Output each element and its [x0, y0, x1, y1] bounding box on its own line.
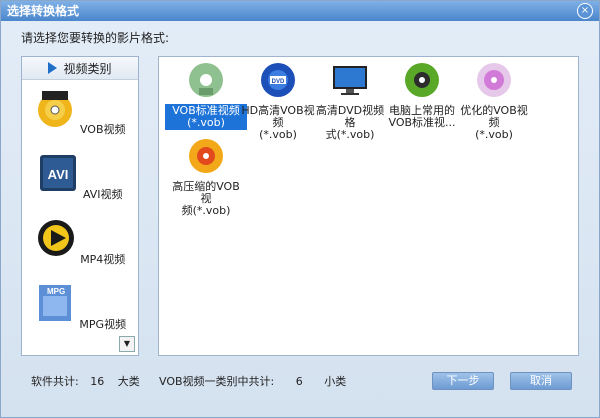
format-grid: VOB标准视频 (*.vob) DVD HD高清VOB视频 (*.vob) 高清…: [158, 56, 579, 356]
expand-arrow-icon: [48, 62, 58, 74]
format-label: 高压缩的VOB视 频(*.vob): [172, 180, 240, 217]
prompt-text: 请选择您要转换的影片格式:: [21, 31, 170, 45]
category-item-avi[interactable]: AVI AVI视频: [22, 152, 138, 202]
format-item[interactable]: DVD HD高清VOB视频 (*.vob): [237, 61, 319, 142]
format-label: VOB标准视频 (*.vob): [165, 104, 247, 130]
monitor-icon: [333, 66, 367, 95]
cancel-button[interactable]: 取消: [510, 372, 572, 390]
category-header-label: 视频类别: [63, 61, 112, 76]
category-item-mpg[interactable]: MPG MPG视频: [22, 282, 138, 332]
format-label: 优化的VOB视频 (*.vob): [460, 104, 528, 141]
scroll-down-button[interactable]: ▼: [119, 336, 135, 352]
category-label: VOB视频: [79, 123, 126, 136]
format-item[interactable]: 高清DVD视频格 式(*.vob): [309, 61, 391, 142]
format-label: HD高清VOB视频 (*.vob): [241, 104, 315, 141]
format-item[interactable]: 电脑上常用的 VOB标准视...: [381, 61, 463, 130]
green-disc-icon: [405, 63, 439, 97]
category-sidebar: 视频类别 VOB视频 AVI AVI视频 MP4视频 MPG MPG视频 ▼: [21, 56, 139, 356]
category-item-mp4[interactable]: MP4视频: [22, 217, 138, 267]
category-summary: VOB视频一类别中共计: 6 小类: [159, 373, 346, 389]
mp4-play-icon: [37, 220, 74, 256]
format-label: 高清DVD视频格 式(*.vob): [315, 104, 385, 141]
mpg-icon: MPG: [38, 285, 71, 321]
total-label: 软件共计:: [31, 375, 79, 388]
category-unit: 小类: [324, 375, 347, 388]
avi-icon: AVI: [40, 155, 77, 191]
window-title: 选择转换格式: [7, 4, 80, 18]
category-header[interactable]: 视频类别: [22, 57, 138, 80]
next-button[interactable]: 下一步: [432, 372, 494, 390]
pink-disc-icon: [477, 63, 511, 97]
compressed-disc-icon: [189, 139, 223, 173]
category-count: 6: [295, 375, 303, 388]
svg-text:MPG: MPG: [47, 287, 65, 296]
format-dialog: 选择转换格式 × 请选择您要转换的影片格式: 视频类别 VOB视频 AVI AV…: [0, 0, 600, 418]
category-summary-label: VOB视频一类别中共计:: [159, 375, 275, 388]
total-summary: 软件共计: 16 大类: [31, 373, 140, 389]
format-item[interactable]: 优化的VOB视频 (*.vob): [453, 61, 535, 142]
total-count: 16: [90, 375, 105, 388]
category-item-vob[interactable]: VOB视频: [22, 87, 138, 137]
vob-disc-icon: [38, 91, 73, 127]
svg-text:AVI: AVI: [48, 167, 69, 182]
close-button[interactable]: ×: [577, 3, 593, 19]
format-item[interactable]: VOB标准视频 (*.vob): [165, 61, 247, 130]
format-item[interactable]: 高压缩的VOB视 频(*.vob): [165, 137, 247, 218]
dvd-disc-icon: DVD: [261, 63, 295, 97]
category-label: AVI视频: [82, 188, 123, 201]
category-label: MPG视频: [79, 318, 127, 331]
category-label: MP4视频: [80, 253, 126, 266]
title-bar: 选择转换格式: [1, 1, 599, 21]
svg-text:DVD: DVD: [272, 79, 285, 85]
total-unit: 大类: [117, 375, 140, 388]
format-label: 电脑上常用的 VOB标准视...: [388, 104, 456, 129]
vob-standard-disc-icon: [189, 63, 223, 97]
